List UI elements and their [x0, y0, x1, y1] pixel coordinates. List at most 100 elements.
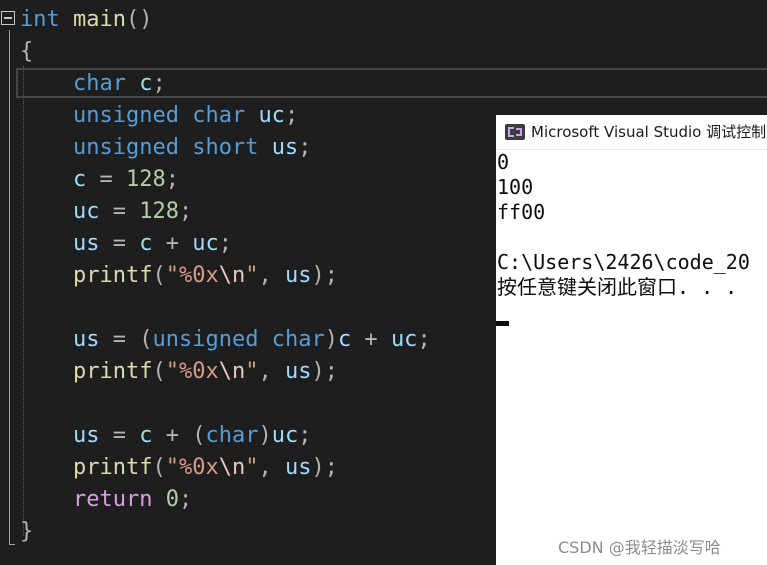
variable: us [284, 359, 312, 384]
punctuation: () [125, 7, 153, 32]
console-titlebar[interactable]: Microsoft Visual Studio 调试控制台 [496, 115, 767, 150]
function-name: main [73, 7, 126, 32]
code-line-17[interactable]: } [20, 516, 33, 548]
console-output-line: 100 [497, 175, 534, 199]
code-line-5[interactable]: unsigned short us; [20, 132, 311, 164]
string-literal: " [245, 263, 259, 288]
keyword: unsigned [152, 327, 259, 352]
variable: us [284, 263, 312, 288]
number-literal: 0 [165, 487, 179, 512]
punctuation: ( [152, 359, 166, 384]
variable: uc [390, 327, 418, 352]
console-output-line: 按任意键关闭此窗口. . . [497, 275, 738, 299]
keyword: char [205, 423, 259, 448]
keyword: char [192, 103, 246, 128]
watermark: CSDN @我轻描淡写哈 [558, 538, 721, 557]
punctuation: ( [139, 327, 153, 352]
code-line-8[interactable]: us = c + uc; [20, 228, 232, 260]
punctuation: ; [218, 231, 232, 256]
keyword: char [72, 71, 126, 96]
punctuation: ; [298, 135, 312, 160]
string-literal: "%0x [165, 359, 219, 384]
variable: us [271, 135, 299, 160]
escape-sequence: \n [218, 455, 246, 480]
punctuation: { [20, 39, 34, 64]
collapse-toggle-icon[interactable] [1, 11, 15, 25]
variable: uc [192, 231, 219, 256]
function-name: printf [72, 263, 153, 288]
code-line-16[interactable]: return 0; [20, 484, 192, 516]
code-line-3[interactable]: char c; [20, 68, 166, 100]
punctuation: ); [311, 359, 338, 384]
punctuation: ( [152, 455, 166, 480]
number-literal: 128 [125, 167, 166, 192]
function-name: printf [72, 455, 153, 480]
variable: us [72, 231, 100, 256]
control-keyword: return [72, 487, 153, 512]
punctuation: ; [417, 327, 431, 352]
console-output[interactable]: 0 100 ff00 C:\Users\2426\code_20 按任意键关闭此… [496, 149, 767, 565]
punctuation: ( [192, 423, 206, 448]
punctuation: ; [152, 71, 166, 96]
punctuation: , [258, 359, 285, 384]
outline-bar [9, 30, 10, 545]
code-line-14[interactable]: us = c + (char)uc; [20, 420, 311, 452]
keyword: char [271, 327, 325, 352]
operator: = [99, 327, 140, 352]
code-line-9[interactable]: printf("%0x\n", us); [20, 260, 338, 292]
keyword: int [20, 7, 60, 32]
variable: us [72, 327, 100, 352]
code-line-15[interactable]: printf("%0x\n", us); [20, 452, 338, 484]
code-line-7[interactable]: uc = 128; [20, 196, 192, 228]
punctuation: , [258, 455, 285, 480]
keyword: short [192, 135, 259, 160]
code-line-11[interactable]: us = (unsigned char)c + uc; [20, 324, 431, 356]
keyword: unsigned [72, 103, 179, 128]
variable: c [139, 423, 153, 448]
variable: c [337, 327, 352, 352]
punctuation: ; [284, 103, 299, 128]
code-line-6[interactable]: c = 128; [20, 164, 179, 196]
variable: c [139, 231, 153, 256]
code-line-1[interactable]: int main() [20, 4, 152, 36]
punctuation: ( [152, 263, 166, 288]
punctuation: ; [298, 423, 312, 448]
visual-studio-icon [505, 124, 525, 140]
punctuation: ); [311, 455, 338, 480]
punctuation: ) [258, 423, 272, 448]
string-literal: "%0x [165, 263, 219, 288]
punctuation: ; [178, 487, 193, 512]
console-cursor [496, 321, 509, 326]
punctuation: } [20, 519, 34, 544]
code-line-2[interactable]: { [20, 36, 33, 68]
number-literal: 128 [139, 199, 179, 224]
console-output-line: 0 [497, 150, 510, 174]
string-literal: " [245, 359, 259, 384]
variable: c [139, 71, 153, 96]
punctuation: ; [165, 167, 179, 192]
operator: + [351, 327, 391, 352]
operator: = [86, 167, 126, 192]
punctuation: ); [311, 263, 338, 288]
operator: + [152, 423, 193, 448]
escape-sequence: \n [218, 263, 246, 288]
punctuation: ; [178, 199, 193, 224]
code-line-4[interactable]: unsigned char uc; [20, 100, 298, 132]
string-literal: " [245, 455, 259, 480]
console-title: Microsoft Visual Studio 调试控制台 [531, 123, 767, 141]
string-literal: "%0x [165, 455, 219, 480]
punctuation: ) [324, 327, 338, 352]
function-name: printf [72, 359, 153, 384]
escape-sequence: \n [218, 359, 246, 384]
outline-bar-end [9, 544, 15, 545]
variable: us [72, 423, 100, 448]
operator: = [99, 231, 140, 256]
operator: = [99, 423, 140, 448]
operator: = [99, 199, 140, 224]
variable: us [284, 455, 312, 480]
console-output-line: C:\Users\2426\code_20 [497, 250, 750, 274]
keyword: unsigned [72, 135, 179, 160]
variable: uc [271, 423, 299, 448]
debug-console-window[interactable]: Microsoft Visual Studio 调试控制台 0 100 ff00… [496, 115, 767, 565]
code-line-12[interactable]: printf("%0x\n", us); [20, 356, 338, 388]
